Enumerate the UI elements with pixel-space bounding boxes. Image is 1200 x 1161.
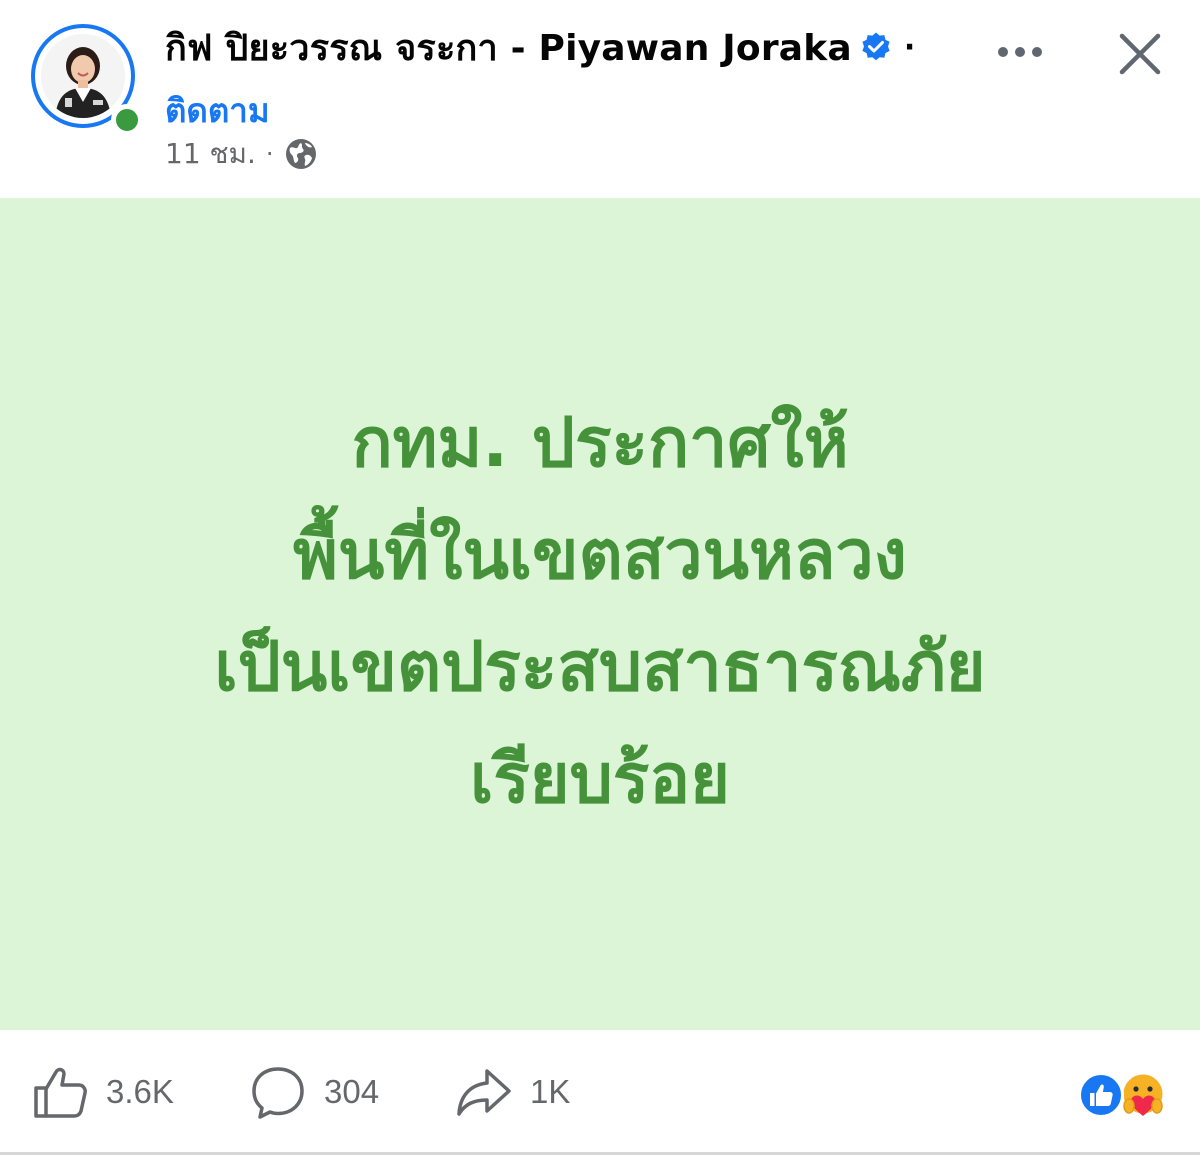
name-separator: · [903, 29, 916, 65]
online-status-dot [111, 104, 143, 136]
close-button[interactable] [1108, 22, 1172, 86]
post-text-line: เป็นเขตประสบสาธารณภัย [214, 628, 986, 707]
name-row: กิฟ ปิยะวรรณ จระกา - Piyawan Joraka · [165, 22, 915, 72]
post-text: กทม. ประกาศให้ พื้นที่ในเขตสวนหลวง เป็นเ… [214, 388, 985, 836]
post-text-line: พื้นที่ในเขตสวนหลวง [293, 516, 907, 595]
comment-bubble-icon [252, 1067, 304, 1119]
verified-badge-icon [860, 31, 892, 63]
follow-button[interactable]: ติดตาม [165, 84, 270, 137]
care-reaction-icon [1118, 1070, 1168, 1120]
avatar-photo [41, 34, 125, 118]
close-icon [1119, 33, 1161, 75]
comment-count: 304 [324, 1073, 380, 1110]
share-count: 1K [530, 1073, 571, 1110]
avatar-portrait-icon [41, 34, 125, 118]
page-name[interactable]: กิฟ ปิยะวรรณ จระกา - Piyawan Joraka [165, 19, 852, 76]
comment-button[interactable]: 304 [250, 1062, 379, 1122]
share-arrow-icon [457, 1069, 511, 1116]
meta-separator: · [265, 140, 274, 168]
like-count: 3.6K [106, 1073, 174, 1110]
globe-icon [284, 137, 318, 171]
bottom-divider [0, 1152, 1200, 1155]
post-actions-bar: 3.6K 304 1K [0, 1030, 1200, 1161]
more-horizontal-icon [998, 47, 1042, 57]
post-timestamp[interactable]: 11 ชม. [165, 132, 256, 176]
share-button[interactable]: 1K [456, 1062, 570, 1122]
post-text-line: กทม. ประกาศให้ [351, 404, 849, 483]
post-text-background: กทม. ประกาศให้ พื้นที่ในเขตสวนหลวง เป็นเ… [0, 198, 1200, 1030]
like-reaction-icon [1078, 1072, 1124, 1118]
post-meta: 11 ชม. · [165, 134, 318, 174]
like-button[interactable]: 3.6K [32, 1062, 174, 1122]
profile-avatar[interactable] [31, 24, 143, 136]
post-header: กิฟ ปิยะวรรณ จระกา - Piyawan Joraka · ติ… [0, 0, 1200, 198]
more-options-button[interactable] [988, 30, 1052, 74]
thumbs-up-icon [34, 1067, 87, 1118]
reaction-summary[interactable] [1078, 1070, 1172, 1118]
post-text-line: เรียบร้อย [470, 740, 730, 819]
